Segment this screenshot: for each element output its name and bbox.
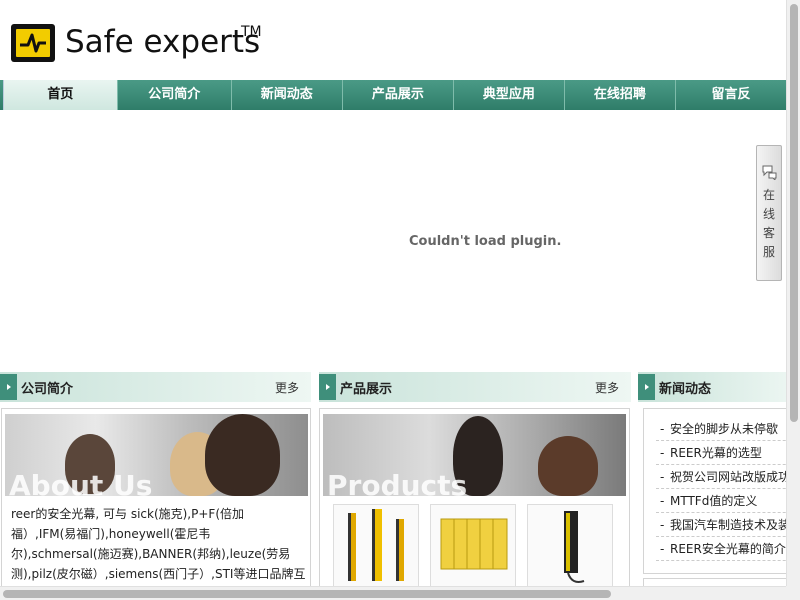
news-item[interactable]: - REER安全光幕的简介 xyxy=(656,537,786,561)
arrow-right-icon xyxy=(0,374,17,400)
plugin-error-text: Couldn't load plugin. xyxy=(409,234,562,249)
about-section-header: 公司简介 更多 xyxy=(0,372,311,402)
nav-item-about[interactable]: 公司简介 xyxy=(116,80,231,110)
products-more-link[interactable]: 更多 xyxy=(595,379,619,396)
news-section-title: 新闻动态 xyxy=(659,382,712,397)
products-banner-image: Products xyxy=(323,414,626,496)
chat-bubble-icon xyxy=(762,165,777,180)
plugin-placeholder: Couldn't load plugin. xyxy=(0,110,786,372)
nav-item-guestbook[interactable]: 留言反 xyxy=(674,80,786,110)
online-service-label: 在 线 客 服 xyxy=(762,188,775,259)
products-section-title: 产品展示 xyxy=(340,382,393,397)
news-section-header: 新闻动态 xyxy=(638,372,786,402)
products-banner-text: Products xyxy=(327,469,468,496)
main-nav: 首页 公司简介 新闻动态 产品展示 典型应用 在线招聘 留言反 xyxy=(0,80,786,110)
arrow-right-icon xyxy=(638,374,655,400)
about-description: reer的安全光幕, 可与 sick(施克),P+F(倍加福）,IFM(易福门)… xyxy=(11,507,306,581)
site-title: Safe experts xyxy=(65,24,261,60)
news-item[interactable]: - 祝贺公司网站改版成功 xyxy=(656,465,786,489)
products-section-header: 产品展示 更多 xyxy=(319,372,631,402)
scrollbar-corner xyxy=(786,586,800,600)
product-thumbnail[interactable] xyxy=(430,504,516,586)
next-section-box xyxy=(643,578,786,586)
nav-item-home[interactable]: 首页 xyxy=(3,80,117,110)
news-list: - 安全的脚步从未停歇 - REER光幕的选型 - 祝贺公司网站改版成功 - MTTFd… xyxy=(656,417,786,561)
vertical-scrollbar[interactable] xyxy=(786,0,800,586)
nav-item-applications[interactable]: 典型应用 xyxy=(452,80,564,110)
news-item[interactable]: - 安全的脚步从未停歇 xyxy=(656,417,786,441)
logo-icon[interactable] xyxy=(11,24,55,62)
news-item[interactable]: - REER光幕的选型 xyxy=(656,441,786,465)
horizontal-scrollbar[interactable] xyxy=(0,586,786,600)
news-item[interactable]: -我国汽车制造技术及装备 xyxy=(656,513,786,537)
about-banner-image: About Us xyxy=(5,414,308,496)
horizontal-scroll-thumb[interactable] xyxy=(3,590,611,598)
product-thumbnail[interactable] xyxy=(333,504,419,586)
about-more-link[interactable]: 更多 xyxy=(275,379,299,396)
arrow-right-icon xyxy=(319,374,336,400)
trademark-symbol: TM xyxy=(241,24,262,40)
browser-viewport: Safe experts TM 首页 公司简介 新闻动态 产品展示 典型应用 在… xyxy=(0,0,786,586)
vertical-scroll-thumb[interactable] xyxy=(790,4,798,422)
nav-item-products[interactable]: 产品展示 xyxy=(341,80,453,110)
about-section-title: 公司简介 xyxy=(21,382,74,397)
about-banner-text: About Us xyxy=(9,469,153,496)
nav-item-jobs[interactable]: 在线招聘 xyxy=(563,80,675,110)
about-section-box: About Us reer的安全光幕, 可与 sick(施克),P+F(倍加福）… xyxy=(1,408,311,586)
products-section-box: Products xyxy=(319,408,630,586)
online-service-button[interactable]: 在 线 客 服 xyxy=(756,145,782,281)
news-item[interactable]: - MTTFd值的定义 xyxy=(656,489,786,513)
news-section-box: - 安全的脚步从未停歇 - REER光幕的选型 - 祝贺公司网站改版成功 - MTTFd… xyxy=(643,408,786,574)
nav-item-news[interactable]: 新闻动态 xyxy=(230,80,342,110)
product-thumbnail[interactable] xyxy=(527,504,613,586)
